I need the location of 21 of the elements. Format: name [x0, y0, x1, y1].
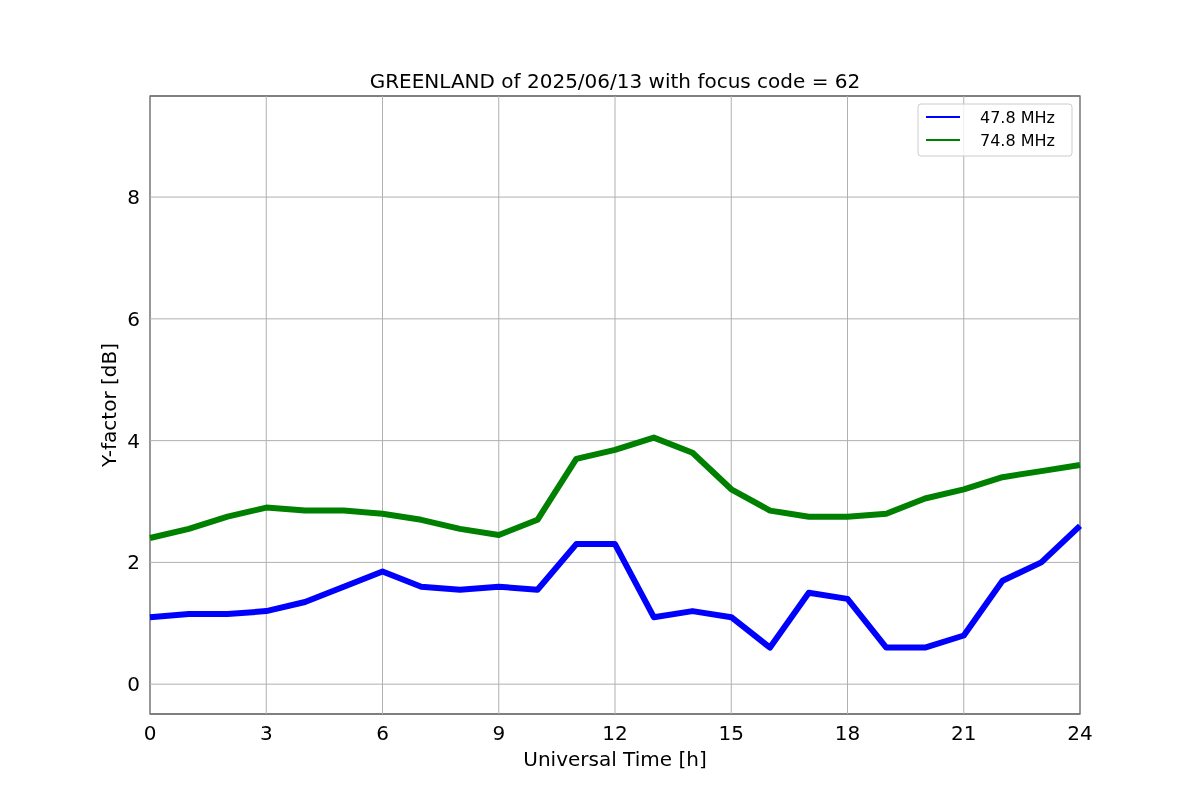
x-tick-label: 15: [718, 721, 744, 745]
legend-label: 74.8 MHz: [980, 131, 1055, 150]
x-tick-label: 12: [602, 721, 628, 745]
y-tick-label: 2: [127, 550, 140, 575]
y-tick-label: 8: [127, 185, 140, 210]
y-tick-label: 6: [127, 306, 140, 331]
legend-label: 47.8 MHz: [980, 108, 1055, 127]
x-tick-label: 21: [951, 721, 977, 745]
x-tick-label: 6: [376, 721, 389, 745]
x-tick-label: 0: [143, 721, 157, 745]
y-tick-label: 4: [127, 428, 140, 453]
chart-title: GREENLAND of 2025/06/13 with focus code = 62: [369, 69, 861, 93]
legend-line-icon: [925, 116, 961, 118]
x-tick-label: 24: [1067, 721, 1093, 745]
y-tick-label: 0: [127, 672, 140, 697]
legend-line-icon: [925, 139, 961, 141]
x-tick-label: 18: [834, 721, 861, 745]
y-axis-label: Y-factor [dB]: [97, 343, 121, 467]
x-tick-label: 3: [259, 721, 273, 745]
x-axis-label: Universal Time [h]: [523, 747, 707, 771]
x-tick-label: 9: [492, 721, 506, 745]
